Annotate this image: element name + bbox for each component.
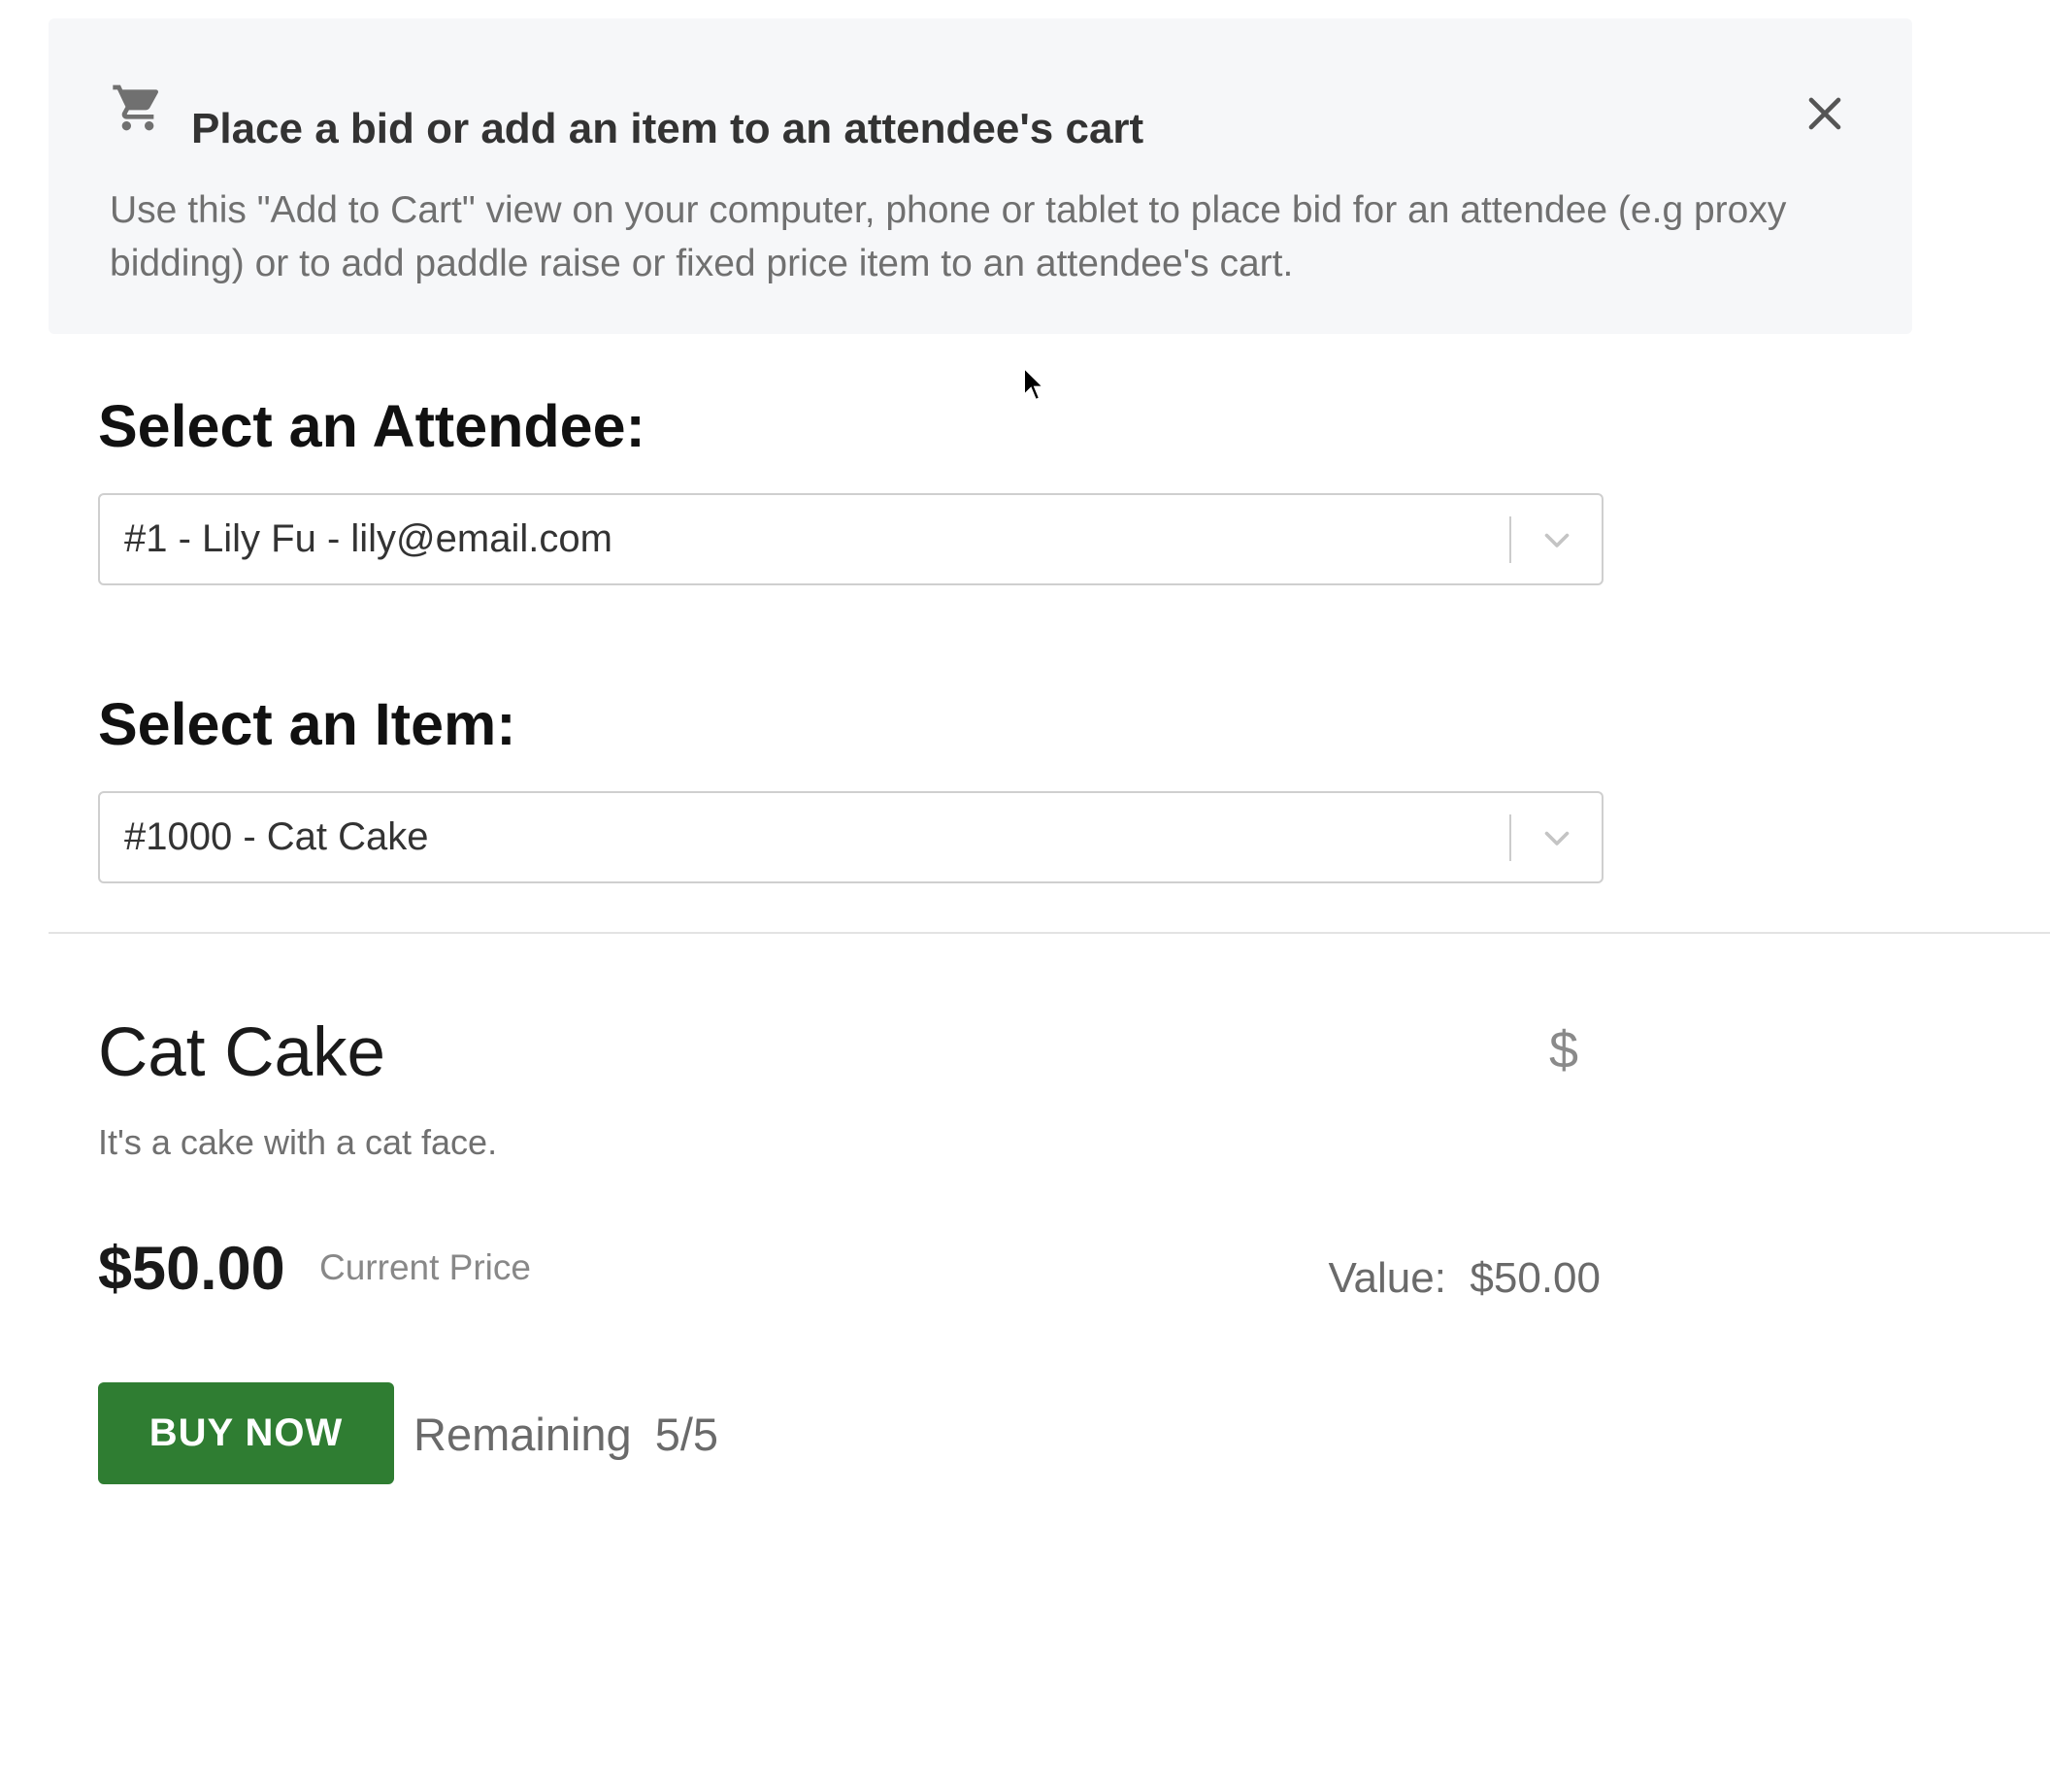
item-select-value: #1000 - Cat Cake [124, 815, 429, 858]
current-price-label: Current Price [319, 1247, 531, 1287]
dollar-icon: $ [1549, 1021, 1579, 1079]
current-price: $50.00 [98, 1235, 285, 1303]
item-select[interactable]: #1000 - Cat Cake [98, 791, 1604, 883]
item-value-label: Value: [1328, 1254, 1446, 1302]
select-separator [1509, 814, 1511, 861]
item-title: Cat Cake [98, 1014, 385, 1091]
banner-description: Use this "Add to Cart" view on your comp… [110, 189, 1787, 284]
attendee-select-value: #1 - Lily Fu - lily@email.com [124, 517, 612, 560]
remaining-label: Remaining [413, 1409, 632, 1460]
select-attendee-heading: Select an Attendee: [98, 393, 645, 459]
item-value: Value: $50.00 [1301, 1252, 1601, 1305]
select-item-heading: Select an Item: [98, 691, 516, 757]
info-banner: Place a bid or add an item to an attende… [49, 18, 1912, 334]
mouse-cursor-icon [1023, 366, 1045, 402]
banner-title: Place a bid or add an item to an attende… [191, 105, 1144, 152]
attendee-select[interactable]: #1 - Lily Fu - lily@email.com [98, 493, 1604, 585]
item-description: It's a cake with a cat face. [98, 1122, 498, 1162]
buy-now-button[interactable]: BUY NOW [98, 1382, 394, 1484]
chevron-down-icon[interactable] [1539, 820, 1574, 855]
chevron-down-icon[interactable] [1539, 522, 1574, 557]
remaining-count: 5/5 [654, 1409, 719, 1460]
item-value-amount: $50.00 [1470, 1254, 1601, 1302]
section-divider [49, 932, 2050, 934]
remaining-quantity: Remaining 5/5 [413, 1408, 718, 1462]
close-icon[interactable] [1798, 86, 1852, 141]
select-separator [1509, 516, 1511, 563]
shopping-cart-icon [113, 84, 159, 131]
